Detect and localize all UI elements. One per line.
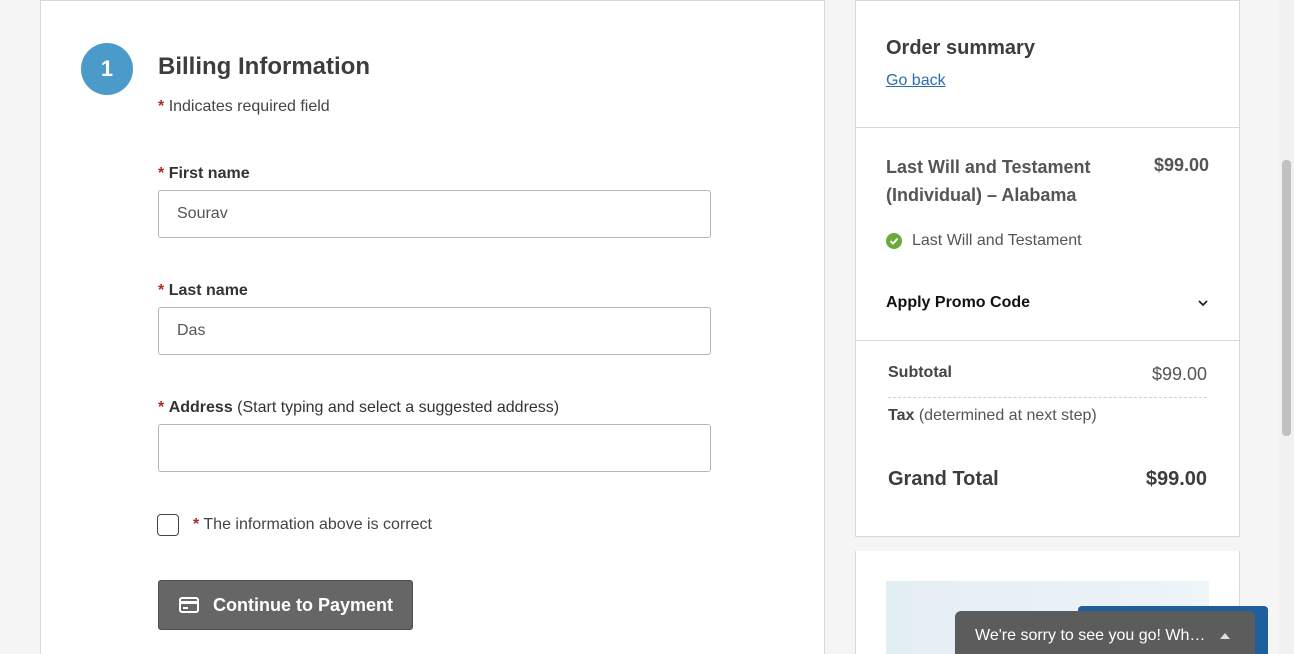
promo-label: Apply Promo Code xyxy=(886,294,1031,311)
required-note-text: Indicates required field xyxy=(168,98,330,115)
order-summary-panel: Order summary Go back Last Will and Test… xyxy=(855,0,1240,537)
exit-survey-toast[interactable]: We're sorry to see you go! What made you… xyxy=(955,611,1255,654)
last-name-label-text: Last name xyxy=(168,282,248,299)
check-circle-icon xyxy=(886,233,902,249)
grand-total-row: Grand Total $99.00 xyxy=(888,468,1207,491)
tax-note: (determined at next step) xyxy=(918,407,1097,424)
address-label-text: Address xyxy=(168,399,233,416)
product-price: $99.00 xyxy=(1153,155,1209,175)
step-number-badge: 1 xyxy=(81,43,133,95)
apply-promo-code-toggle[interactable]: Apply Promo Code xyxy=(886,294,1209,312)
subtotal-value: $99.00 xyxy=(1151,364,1207,384)
tax-label: Tax xyxy=(888,407,915,424)
subtotal-label: Subtotal xyxy=(888,364,952,381)
confirm-label-text: The information above is correct xyxy=(203,516,432,533)
continue-button-label: Continue to Payment xyxy=(213,594,394,615)
caret-up-icon xyxy=(1220,633,1230,639)
billing-panel: 1 Billing Information * Indicates requir… xyxy=(40,0,825,654)
subtotal-row: Subtotal $99.00 xyxy=(888,364,1207,398)
grand-total-label: Grand Total xyxy=(888,468,999,490)
page-scrollbar[interactable] xyxy=(1279,0,1294,654)
scrollbar-thumb[interactable] xyxy=(1282,160,1291,436)
grand-total-value: $99.00 xyxy=(1145,468,1207,490)
required-star: * xyxy=(158,399,165,416)
required-star: * xyxy=(193,516,200,533)
required-star: * xyxy=(158,282,165,299)
summary-title: Order summary xyxy=(886,37,1035,59)
summary-divider xyxy=(856,340,1239,341)
continue-to-payment-button[interactable]: Continue to Payment xyxy=(158,580,413,630)
address-label: * Address (Start typing and select a sug… xyxy=(158,399,559,417)
included-item-label: Last Will and Testament xyxy=(912,232,1082,249)
address-hint: (Start typing and select a suggested add… xyxy=(237,399,560,416)
last-name-input[interactable] xyxy=(158,307,711,355)
product-name: Last Will and Testament (Individual) – A… xyxy=(886,157,1091,205)
required-note: * Indicates required field xyxy=(158,98,330,116)
required-star: * xyxy=(158,98,165,115)
credit-card-icon xyxy=(179,597,199,613)
address-input[interactable] xyxy=(158,424,711,472)
last-name-label: * Last name xyxy=(158,282,248,300)
chevron-down-icon xyxy=(1198,300,1208,307)
confirm-label: * The information above is correct xyxy=(193,516,432,534)
confirm-row: * The information above is correct xyxy=(157,514,432,536)
first-name-input[interactable] xyxy=(158,190,711,238)
go-back-link[interactable]: Go back xyxy=(886,72,946,90)
required-star: * xyxy=(158,165,165,182)
tax-row: Tax (determined at next step) xyxy=(888,407,1097,425)
first-name-label: * First name xyxy=(158,165,250,183)
billing-title: Billing Information xyxy=(158,53,370,80)
confirm-checkbox[interactable] xyxy=(157,514,179,536)
toast-text: We're sorry to see you go! What made you… xyxy=(975,627,1207,644)
included-item: Last Will and Testament xyxy=(886,232,1082,250)
summary-divider xyxy=(856,127,1239,128)
first-name-label-text: First name xyxy=(168,165,250,182)
